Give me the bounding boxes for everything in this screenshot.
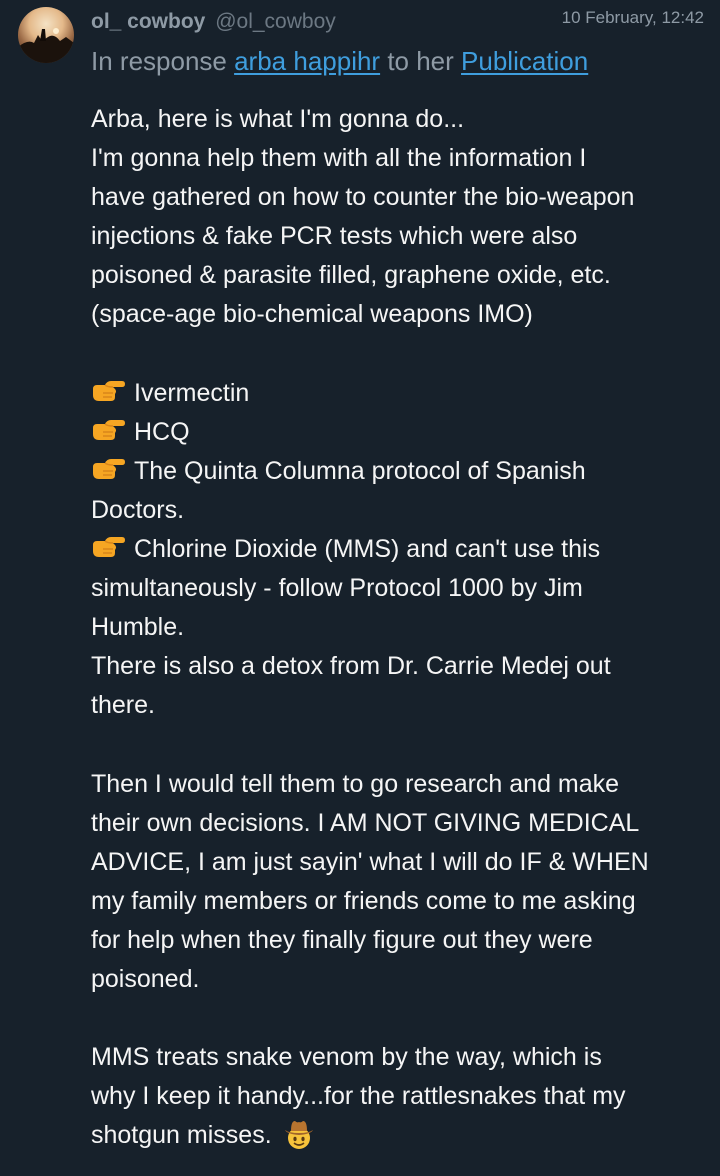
- body-line: Doctors.: [91, 495, 185, 524]
- body-line: Humble.: [91, 613, 185, 642]
- paragraph-intro: Arba, here is what I'm gonna do... I'm g…: [91, 100, 716, 335]
- list-item: Ivermectin: [91, 374, 716, 413]
- body-line-last: shotgun misses.: [91, 1116, 716, 1155]
- body-line: why I keep it handy...for the rattlesnak…: [91, 1082, 626, 1111]
- post: ol_ cowboy @ol_cowboy 10 February, 12:42…: [0, 0, 720, 1176]
- body-line: there.: [91, 691, 155, 720]
- body-line: their own decisions. I AM NOT GIVING MED…: [91, 808, 640, 837]
- cowboy-hat-face-icon: [284, 1121, 313, 1150]
- body-line: have gathered on how to counter the bio-…: [91, 183, 635, 212]
- body-line: for help when they finally figure out th…: [91, 925, 593, 954]
- remedy-list: Ivermectin HCQ The Quinta Columna protoc…: [91, 374, 716, 726]
- publication-link[interactable]: Publication: [461, 46, 588, 76]
- body-line: MMS treats snake venom by the way, which…: [91, 1043, 602, 1072]
- body-line: Arba, here is what I'm gonna do...: [91, 105, 465, 133]
- reply-prefix: In response: [91, 46, 235, 76]
- pointing-hand-icon: [93, 380, 125, 401]
- body-line: (space-age bio-chemical weapons IMO): [91, 300, 533, 329]
- post-timestamp: 10 February, 12:42: [561, 8, 704, 27]
- author-line: ol_ cowboy @ol_cowboy: [91, 9, 336, 35]
- author-name[interactable]: ol_ cowboy: [91, 10, 205, 33]
- body-line: There is also a detox from Dr. Carrie Me…: [91, 652, 611, 681]
- paragraph-advice: Then I would tell them to go research an…: [91, 765, 716, 1000]
- reply-context: In response arba happihr to her Publicat…: [91, 45, 588, 77]
- body-line: my family members or friends come to me …: [91, 886, 636, 915]
- list-item: Chlorine Dioxide (MMS) and can't use thi…: [91, 530, 716, 569]
- body-line: Then I would tell them to go research an…: [91, 769, 620, 798]
- list-item-text: The Quinta Columna protocol of Spanish: [134, 456, 586, 485]
- list-item: The Quinta Columna protocol of Spanish: [91, 452, 716, 491]
- reply-middle: to her: [380, 46, 462, 76]
- body-line: I'm gonna help them with all the informa…: [91, 144, 587, 173]
- avatar[interactable]: [18, 7, 74, 63]
- paragraph-closing: MMS treats snake venom by the way, which…: [91, 1038, 716, 1155]
- pointing-hand-icon: [93, 537, 125, 558]
- list-item: HCQ: [91, 413, 716, 452]
- author-handle[interactable]: @ol_cowboy: [215, 10, 336, 33]
- reply-user-link[interactable]: arba happihr: [234, 46, 380, 76]
- body-line: poisoned & parasite filled, graphene oxi…: [91, 261, 611, 290]
- body-line: injections & fake PCR tests which were a…: [91, 222, 578, 251]
- body-line: ADVICE, I am just sayin' what I will do …: [91, 847, 649, 876]
- body-line-text: shotgun misses.: [91, 1121, 279, 1150]
- pointing-hand-icon: [93, 458, 125, 479]
- list-item-text: Ivermectin: [134, 378, 250, 407]
- list-item-text: Chlorine Dioxide (MMS) and can't use thi…: [134, 535, 601, 564]
- body-line: simultaneously - follow Protocol 1000 by…: [91, 574, 583, 603]
- body-line: poisoned.: [91, 965, 200, 994]
- avatar-image: [18, 28, 74, 63]
- pointing-hand-icon: [93, 419, 125, 440]
- list-item-text: HCQ: [134, 417, 190, 446]
- post-body: Arba, here is what I'm gonna do... I'm g…: [91, 100, 716, 1156]
